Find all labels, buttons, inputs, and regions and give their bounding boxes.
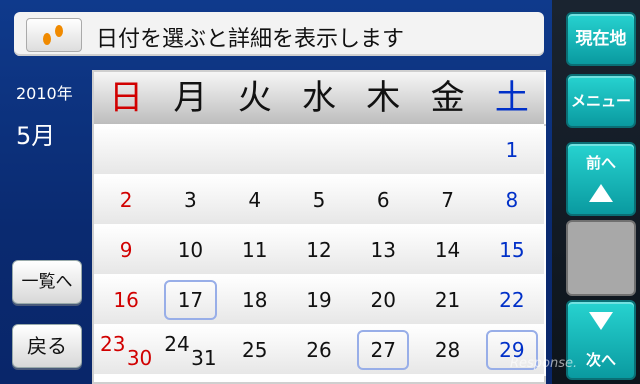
calendar-empty-cell [415,126,482,176]
prev-label: 前へ [585,154,616,172]
calendar-day-cell[interactable]: 8 [479,176,546,226]
footprints-icon [26,18,82,52]
next-label: 次へ [585,351,616,369]
calendar-empty-cell [94,126,161,176]
weekday-header: 日 [94,72,161,124]
weekday-header: 金 [415,72,482,124]
weekday-header: 木 [351,72,418,124]
calendar-day-cell[interactable]: 21 [415,276,482,326]
back-button[interactable]: 戻る [12,324,82,368]
weekday-header: 火 [222,72,289,124]
hint-bar: 日付を選ぶと詳細を表示します [14,12,544,56]
weekday-header: 土 [479,72,546,124]
calendar-day-cell[interactable]: 3 [158,176,225,226]
hint-text: 日付を選ぶと詳細を表示します [96,27,405,52]
calendar-day-cell[interactable]: 25 [222,326,289,376]
calendar-day-cell[interactable]: 5 [286,176,354,226]
calendar-grid: 日月火水木金土 1 2 3 4 5 6 7 8 9 10 11 12 13 14 15 16 17 18 19 20 21… [92,70,546,384]
calendar-day-cell[interactable]: 6 [351,176,418,226]
calendar-empty-cell [351,126,418,176]
calendar-day-cell[interactable]: 1 [479,126,546,176]
current-location-button[interactable]: 現在地 [566,12,636,66]
calendar-empty-cell [222,126,289,176]
weekday-header: 水 [286,72,354,124]
watermark: Response. [510,356,578,371]
calendar-day-cell[interactable]: 22 [479,276,546,326]
calendar-day-cell[interactable]: 9 [94,226,161,276]
calendar-day-cell[interactable]: 16 [94,276,161,326]
calendar-day-cell[interactable]: 11 [222,226,289,276]
prev-month-button[interactable]: 前へ [566,142,636,216]
calendar-day-cell[interactable]: 19 [286,276,354,326]
calendar-day-cell[interactable]: 4 [222,176,289,226]
calendar-day-cell[interactable]: 20 [351,276,418,326]
calendar-day-cell[interactable]: 18 [222,276,289,326]
calendar-empty-cell [158,126,225,176]
calendar-day-cell[interactable]: 15 [479,226,546,276]
calendar-empty-cell [286,126,354,176]
list-button[interactable]: 一覧へ [12,260,82,304]
menu-button[interactable]: メニュー [566,74,636,128]
month-label: 5月 [16,122,56,150]
arrow-up-icon [589,184,613,202]
calendar-day-cell[interactable]: 28 [415,326,482,376]
calendar-day-cell[interactable]: 24 31 [158,326,225,376]
calendar-day-cell[interactable]: 14 [415,226,482,276]
calendar-day-cell[interactable]: 12 [286,226,354,276]
calendar-day-cell[interactable]: 23 30 [94,326,161,376]
calendar-day-cell[interactable]: 2 [94,176,161,226]
calendar-day-cell[interactable]: 13 [351,226,418,276]
calendar-day-cell[interactable]: 27 [351,326,418,376]
weekday-header: 月 [158,72,225,124]
arrow-down-icon [589,312,613,330]
scrollbar[interactable] [566,220,636,296]
calendar-day-cell[interactable]: 17 [158,276,225,326]
year-label: 2010年 [16,84,73,103]
calendar-day-cell[interactable]: 7 [415,176,482,226]
calendar-day-cell[interactable]: 26 [286,326,354,376]
calendar-day-cell[interactable]: 10 [158,226,225,276]
